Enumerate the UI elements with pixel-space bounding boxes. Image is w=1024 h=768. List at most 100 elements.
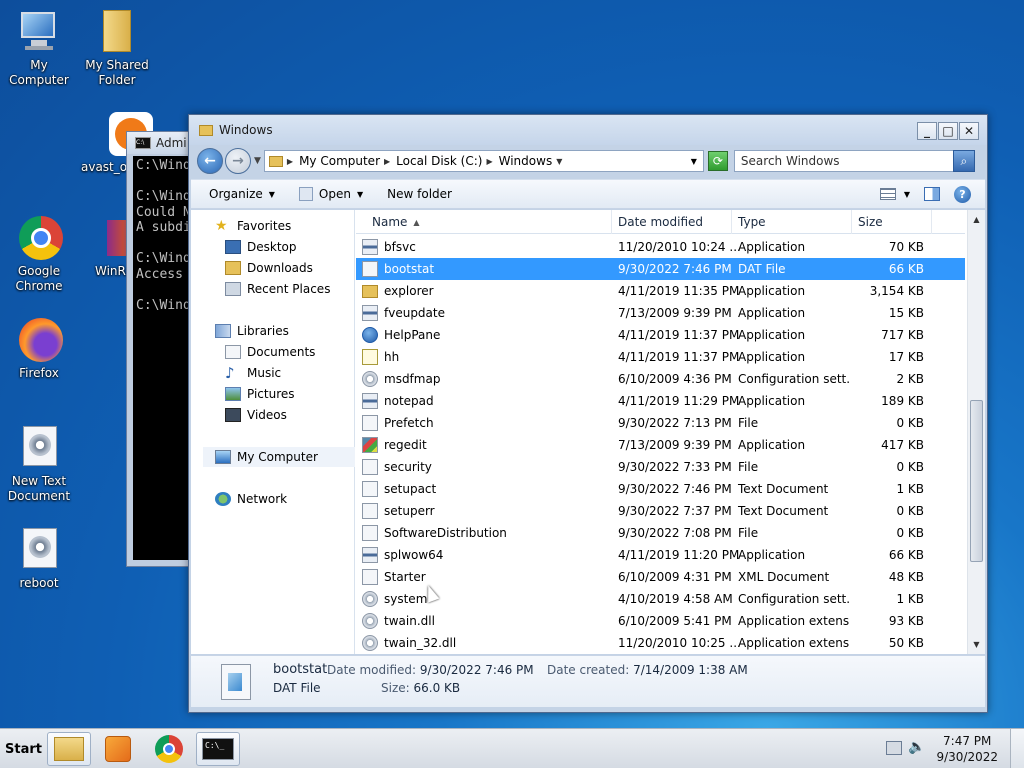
scroll-thumb[interactable] <box>970 400 983 562</box>
file-row[interactable]: setupact 9/30/2022 7:46 PM Text Document 1 … <box>356 478 965 500</box>
file-name: setupact <box>384 482 437 496</box>
file-name-cell: notepad <box>356 393 612 409</box>
view-options-icon[interactable] <box>879 188 896 200</box>
window-titlebar[interactable]: Windows <box>189 115 987 145</box>
nav-label: Downloads <box>247 261 313 275</box>
open-icon <box>298 187 313 201</box>
file-row[interactable]: system 4/10/2019 4:58 AM Configuration set… <box>356 588 965 610</box>
show-desktop-button[interactable] <box>1010 729 1024 768</box>
volume-icon[interactable]: 🔈 <box>908 739 925 755</box>
column-header-type[interactable]: Type <box>732 210 852 234</box>
back-button[interactable]: ← <box>197 148 223 174</box>
nav-network[interactable]: Network <box>215 489 287 509</box>
breadcrumb-my-computer[interactable]: My Computer <box>299 154 380 168</box>
desktop-icon-shared-folder[interactable]: My Shared Folder <box>78 8 156 88</box>
file-row[interactable]: hh 4/11/2019 11:37 PM Application 17 KB <box>356 346 965 368</box>
chevron-right-icon[interactable]: ▶ <box>486 157 492 166</box>
nav-videos[interactable]: Videos <box>225 405 287 425</box>
nav-pictures[interactable]: Pictures <box>225 384 295 404</box>
file-row[interactable]: fveupdate 7/13/2009 9:39 PM Application 15 … <box>356 302 965 324</box>
scroll-down-arrow[interactable]: ▼ <box>969 637 984 652</box>
nav-downloads[interactable]: Downloads <box>225 258 313 278</box>
scroll-up-arrow[interactable]: ▲ <box>969 212 984 227</box>
file-file-icon <box>362 261 378 277</box>
refresh-button[interactable]: ⟳ <box>707 151 728 171</box>
nav-desktop[interactable]: Desktop <box>225 237 297 257</box>
chevron-down-icon[interactable]: ▼ <box>556 157 562 166</box>
vertical-scrollbar[interactable]: ▲ ▼ <box>967 210 985 654</box>
address-bar[interactable]: ▶ My Computer ▶ Local Disk (C:) ▶ Window… <box>263 150 704 172</box>
breadcrumb-windows[interactable]: Windows <box>499 154 553 168</box>
file-row[interactable]: SoftwareDistribution 9/30/2022 7:08 PM Fil… <box>356 522 965 544</box>
column-label: Size <box>858 215 883 229</box>
nav-recent-places[interactable]: Recent Places <box>225 279 330 299</box>
column-header-size[interactable]: Size <box>852 210 932 234</box>
file-type: Application <box>738 306 806 320</box>
file-row[interactable]: Prefetch 9/30/2022 7:13 PM File 0 KB <box>356 412 965 434</box>
forward-button[interactable]: → <box>225 148 251 174</box>
search-input[interactable]: Search Windows ⌕ <box>733 150 975 172</box>
help-icon[interactable]: ? <box>954 185 971 203</box>
nav-music[interactable]: ♪ Music <box>225 363 281 383</box>
chrome-icon <box>155 735 183 763</box>
file-name: fveupdate <box>384 306 445 320</box>
nav-libraries[interactable]: Libraries <box>215 321 289 341</box>
taskbar-media-player[interactable] <box>96 732 140 766</box>
minimize-button[interactable]: _ <box>917 122 937 140</box>
file-row[interactable]: twain_32.dll 11/20/2010 10:25 ... Applicat… <box>356 632 965 654</box>
preview-pane-icon[interactable] <box>924 187 940 201</box>
file-row[interactable]: HelpPane 4/11/2019 11:37 PM Application 717… <box>356 324 965 346</box>
clock-date: 9/30/2022 <box>936 750 998 764</box>
open-button[interactable]: Open ▼ <box>298 187 363 201</box>
file-row[interactable]: bfsvc 11/20/2010 10:24 ... Application 70 K… <box>356 236 965 258</box>
organize-button[interactable]: Organize ▼ <box>209 187 275 201</box>
maximize-button[interactable]: □ <box>938 122 958 140</box>
new-folder-button[interactable]: New folder <box>387 187 452 201</box>
nav-label: Libraries <box>237 324 289 338</box>
chevron-right-icon[interactable]: ▶ <box>384 157 390 166</box>
desktop-icon-firefox[interactable]: Firefox <box>0 316 78 381</box>
breadcrumb-local-disk[interactable]: Local Disk (C:) <box>396 154 482 168</box>
nav-documents[interactable]: Documents <box>225 342 315 362</box>
file-row[interactable]: explorer 4/11/2019 11:35 PM Application 3,1… <box>356 280 965 302</box>
file-row[interactable]: bootstat 9/30/2022 7:46 PM DAT File 66 KB <box>356 258 965 280</box>
nav-my-computer[interactable]: My Computer <box>203 447 355 467</box>
folder-icon <box>199 124 213 136</box>
column-header-date[interactable]: Date modified <box>612 210 732 234</box>
file-date: 4/11/2019 11:37 PM <box>618 350 740 364</box>
file-row[interactable]: Starter 6/10/2009 4:31 PM XML Document 48 K… <box>356 566 965 588</box>
search-icon[interactable]: ⌕ <box>952 150 975 172</box>
nav-label: Pictures <box>247 387 295 401</box>
file-row[interactable]: security 9/30/2022 7:33 PM File 0 KB <box>356 456 965 478</box>
start-button[interactable]: Start <box>2 734 42 764</box>
desktop-icon-reboot[interactable]: reboot <box>0 526 78 591</box>
desktop-icon-chrome[interactable]: Google Chrome <box>0 214 78 294</box>
taskbar-cmd[interactable]: C:\_ <box>196 732 240 766</box>
column-header-name[interactable]: Name ▲ <box>356 210 612 234</box>
explorer-window[interactable]: Windows _ □ ✕ ← → ▼ ▶ My Computer ▶ Loca… <box>188 114 988 713</box>
recent-pages-dropdown[interactable]: ▼ <box>254 156 261 166</box>
file-size: 0 KB <box>896 504 924 518</box>
file-type: File <box>738 460 759 474</box>
taskbar-explorer[interactable] <box>47 732 91 766</box>
chevron-down-icon[interactable]: ▼ <box>904 190 910 199</box>
details-size-value: 66.0 KB <box>413 681 461 695</box>
folder-icon <box>268 155 283 167</box>
network-status-icon[interactable] <box>886 741 902 755</box>
chevron-right-icon[interactable]: ▶ <box>287 157 293 166</box>
nav-favorites[interactable]: ★ Favorites <box>215 216 291 236</box>
desktop-icon-my-computer[interactable]: My Computer <box>0 8 78 88</box>
file-date: 4/11/2019 11:37 PM <box>618 328 740 342</box>
file-row[interactable]: msdfmap 6/10/2009 4:36 PM Configuration se… <box>356 368 965 390</box>
taskbar-chrome[interactable] <box>147 732 191 766</box>
clock[interactable]: 7:47 PM 9/30/2022 <box>936 733 998 765</box>
close-button[interactable]: ✕ <box>959 122 979 140</box>
file-row[interactable]: twain.dll 6/10/2009 5:41 PM Application ex… <box>356 610 965 632</box>
file-row[interactable]: splwow64 4/11/2019 11:20 PM Application 66 … <box>356 544 965 566</box>
desktop-icon-label: Firefox <box>19 366 59 380</box>
address-history-dropdown[interactable]: ▼ <box>691 157 697 166</box>
file-row[interactable]: regedit 7/13/2009 9:39 PM Application 417 K… <box>356 434 965 456</box>
file-row[interactable]: setuperr 9/30/2022 7:37 PM Text Document 0 … <box>356 500 965 522</box>
file-row[interactable]: notepad 4/11/2019 11:29 PM Application 189 … <box>356 390 965 412</box>
desktop-icon-new-text-document[interactable]: New Text Document <box>0 424 78 504</box>
